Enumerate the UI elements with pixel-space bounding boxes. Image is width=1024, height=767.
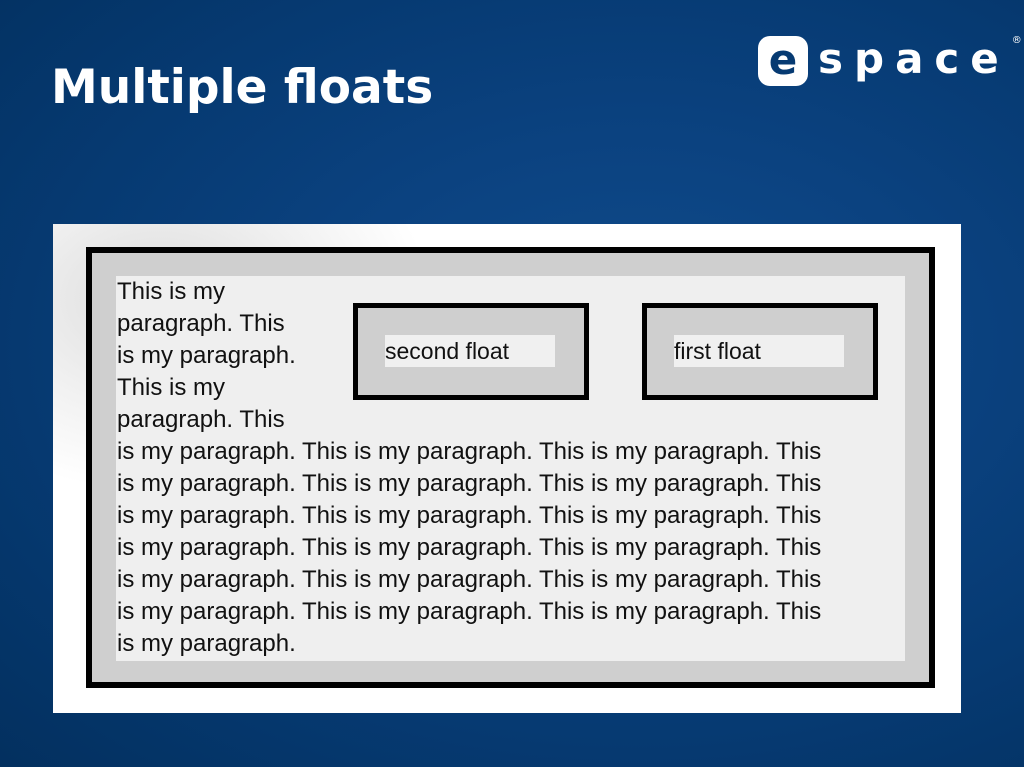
second-float-box: second float	[353, 303, 589, 400]
paragraph-line: is my paragraph. This is my paragraph. T…	[117, 438, 822, 465]
second-float-label: second float	[385, 335, 555, 367]
logo-e-mark: e	[758, 36, 808, 86]
first-float-box: first float	[642, 303, 878, 400]
registered-mark: ®	[1011, 35, 1022, 46]
slide-title: Multiple floats	[51, 60, 434, 115]
paragraph-line: This is my	[117, 374, 225, 401]
paragraph-area: second float first float This is my para…	[116, 276, 905, 661]
logo-wordmark: space	[818, 34, 1010, 83]
outer-container-box: second float first float This is my para…	[86, 247, 935, 688]
first-float-label: first float	[674, 335, 844, 367]
paragraph-line: is my paragraph. This is my paragraph. T…	[117, 566, 822, 593]
paragraph-line: is my paragraph. This is my paragraph. T…	[117, 502, 822, 529]
paragraph-line: is my paragraph. This is my paragraph. T…	[117, 470, 822, 497]
example-panel: second float first float This is my para…	[53, 224, 961, 713]
paragraph-line: is my paragraph.	[117, 342, 296, 369]
paragraph-line: This is my	[117, 278, 225, 305]
paragraph-line: is my paragraph.	[117, 630, 296, 657]
paragraph-line: paragraph. This	[117, 406, 285, 433]
paragraph-line: is my paragraph. This is my paragraph. T…	[117, 534, 822, 561]
espace-logo: e space ®	[758, 34, 1022, 88]
paragraph-line: is my paragraph. This is my paragraph. T…	[117, 598, 822, 625]
paragraph-line: paragraph. This	[117, 310, 285, 337]
